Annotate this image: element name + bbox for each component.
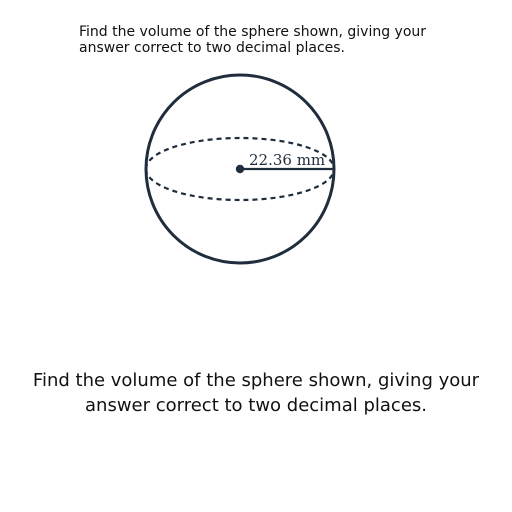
- center-point: [235, 164, 245, 174]
- radius-label: 22.36 mm: [249, 151, 325, 169]
- equator-front-dashed: [144, 168, 336, 202]
- sphere-diagram: 22.36 mm: [144, 73, 336, 265]
- question-text-bottom: Find the volume of the sphere shown, giv…: [32, 370, 480, 416]
